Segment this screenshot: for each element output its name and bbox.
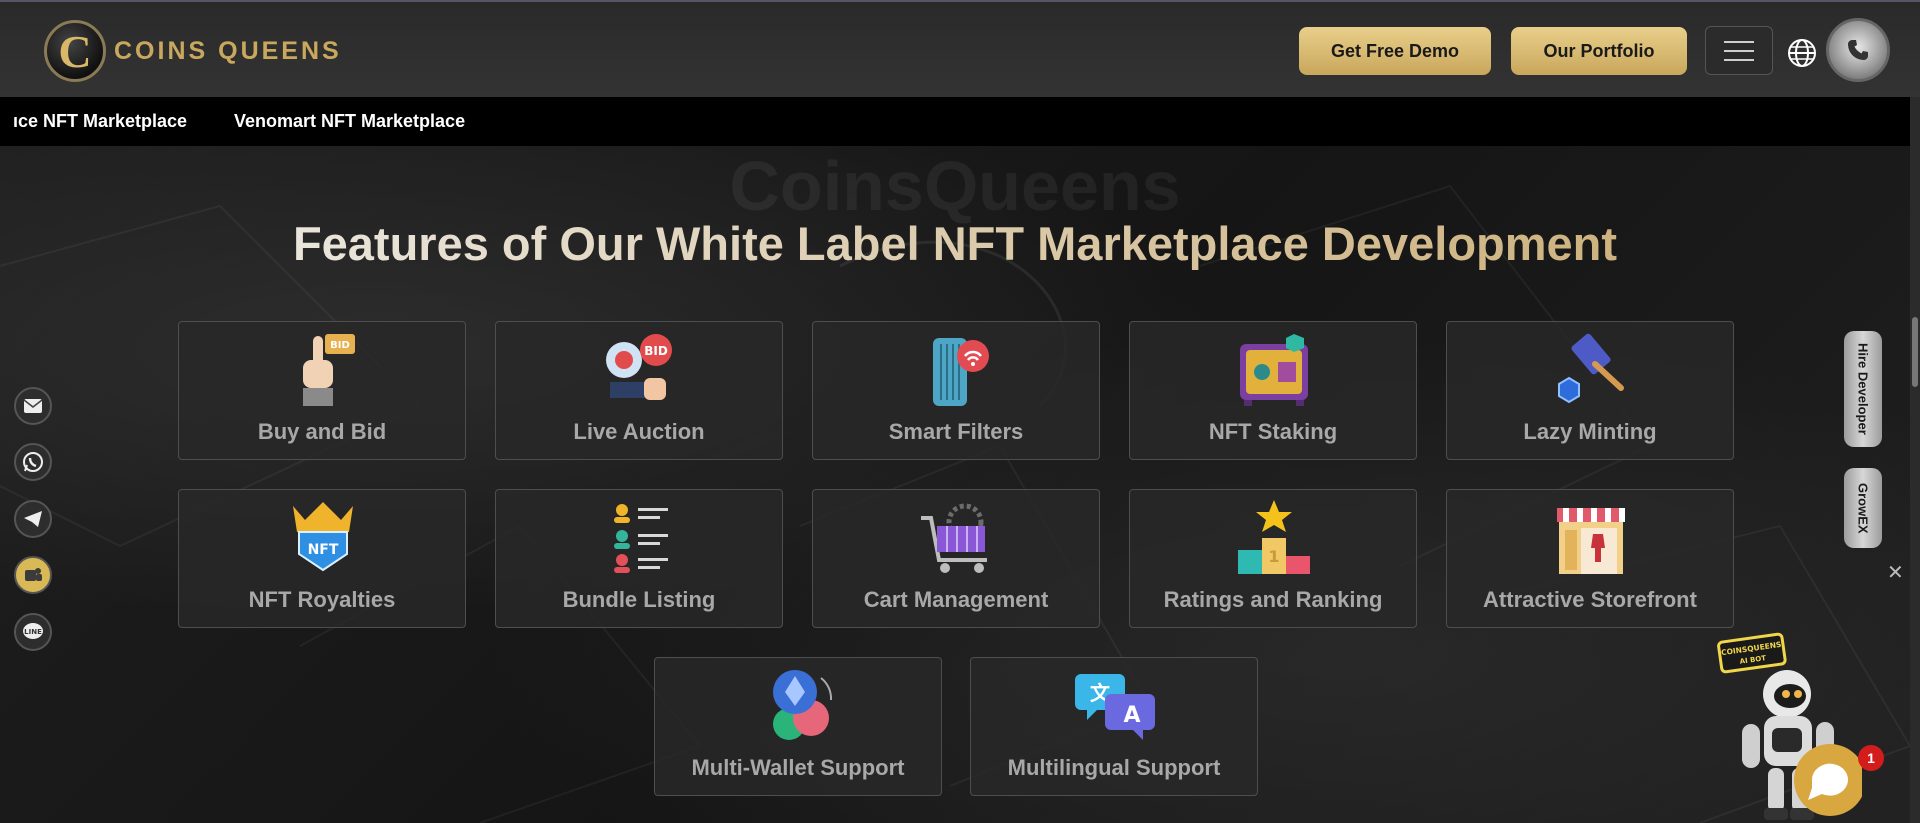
gavel-icon: [1558, 333, 1624, 404]
crown-nft-icon: NFT: [293, 502, 353, 572]
close-icon[interactable]: ✕: [1887, 560, 1904, 585]
svg-text:LINE: LINE: [24, 628, 42, 636]
menu-line: [1724, 49, 1754, 52]
phone-call-button[interactable]: [1826, 18, 1890, 82]
chat-notification-badge: 1: [1858, 745, 1884, 771]
feature-label: Attractive Storefront: [1483, 587, 1697, 612]
svg-text:1: 1: [1268, 547, 1279, 566]
feature-card-live-auction[interactable]: BID Live Auction: [495, 321, 783, 460]
feature-card-nft-staking[interactable]: NFT Staking: [1129, 321, 1417, 460]
teams-button[interactable]: [14, 556, 52, 594]
feature-label: Live Auction: [573, 419, 705, 444]
phone-icon: [1848, 40, 1868, 60]
growex-label: GrowEX: [1855, 482, 1871, 534]
site-logo[interactable]: C COINS QUEENS: [44, 20, 342, 82]
svg-text:NFT: NFT: [308, 542, 339, 558]
line-button[interactable]: LINE: [14, 613, 52, 651]
logo-badge: C: [44, 20, 106, 82]
telegram-button[interactable]: [14, 500, 52, 538]
svg-text:BID: BID: [644, 344, 668, 358]
shopping-cart-icon: [921, 503, 987, 573]
chatbot-robot-icon[interactable]: COINSQUEENS AI BOT: [1712, 632, 1862, 823]
feature-card-nft-royalties[interactable]: NFT NFT Royalties: [178, 489, 466, 628]
feature-card-bundle-listing[interactable]: Bundle Listing: [495, 489, 783, 628]
marquee-item[interactable]: ıce NFT Marketplace: [13, 111, 187, 132]
feature-label: NFT Royalties: [248, 587, 396, 612]
feature-label: Multilingual Support: [1007, 755, 1221, 780]
bid-hand-icon: BID: [303, 334, 355, 406]
globe-icon[interactable]: [1787, 38, 1817, 68]
line-icon: LINE: [23, 623, 43, 639]
hire-developer-label: Hire Developer: [1855, 343, 1871, 435]
site-header: C COINS QUEENS Get Free Demo Our Portfol…: [0, 0, 1920, 97]
logo-text: COINS QUEENS: [114, 36, 342, 65]
hamburger-menu-button[interactable]: [1705, 26, 1773, 75]
feature-card-smart-filters[interactable]: Smart Filters: [812, 321, 1100, 460]
translate-icon: 文 A: [1075, 674, 1155, 740]
get-free-demo-button[interactable]: Get Free Demo: [1299, 27, 1491, 75]
email-button[interactable]: [14, 387, 52, 425]
feature-card-buy-and-bid[interactable]: BID Buy and Bid: [178, 321, 466, 460]
feature-label: Cart Management: [863, 587, 1049, 612]
menu-line: [1724, 58, 1754, 61]
feature-card-cart-management[interactable]: Cart Management: [812, 489, 1100, 628]
smart-filter-icon: [933, 338, 989, 406]
whatsapp-button[interactable]: [14, 443, 52, 481]
feature-label: Smart Filters: [888, 419, 1024, 444]
section-heading: Features of Our White Label NFT Marketpl…: [0, 216, 1910, 271]
svg-text:BID: BID: [330, 340, 350, 351]
teams-icon: [25, 568, 42, 581]
feature-card-lazy-minting[interactable]: Lazy Minting: [1446, 321, 1734, 460]
menu-line: [1724, 40, 1754, 43]
podium-star-icon: 1: [1238, 500, 1310, 574]
feature-card-attractive-storefront[interactable]: Attractive Storefront: [1446, 489, 1734, 628]
feature-label: Ratings and Ranking: [1163, 587, 1383, 612]
page-scrollbar[interactable]: [1910, 97, 1920, 823]
feature-label: NFT Staking: [1208, 419, 1338, 444]
watermark-text: CoinsQueens: [729, 147, 1181, 225]
storefront-icon: [1557, 508, 1625, 574]
our-portfolio-button[interactable]: Our Portfolio: [1511, 27, 1687, 75]
feature-label: Buy and Bid: [257, 419, 387, 444]
growex-tab[interactable]: GrowEX: [1844, 468, 1882, 548]
hire-developer-tab[interactable]: Hire Developer: [1844, 331, 1882, 447]
portfolio-marquee: ıce NFT Marketplace Venomart NFT Marketp…: [0, 97, 1910, 146]
mail-icon: [23, 399, 43, 413]
feature-card-multi-wallet-support[interactable]: Multi-Wallet Support: [654, 657, 942, 796]
auction-bell-icon: BID: [606, 334, 672, 400]
crypto-coins-icon: [773, 670, 833, 740]
telegram-icon: [24, 511, 42, 527]
scrollbar-thumb[interactable]: [1912, 317, 1918, 387]
feature-label: Multi-Wallet Support: [691, 755, 905, 780]
safe-vault-icon: [1240, 334, 1308, 406]
list-users-icon: [614, 504, 668, 573]
feature-card-multilingual-support[interactable]: 文 A Multilingual Support: [970, 657, 1258, 796]
svg-text:A: A: [1123, 703, 1140, 728]
marquee-item[interactable]: Venomart NFT Marketplace: [234, 111, 465, 132]
feature-label: Bundle Listing: [562, 587, 716, 612]
feature-label: Lazy Minting: [1523, 419, 1657, 444]
feature-card-ratings-and-ranking[interactable]: 1 Ratings and Ranking: [1129, 489, 1417, 628]
whatsapp-icon: [23, 452, 43, 472]
